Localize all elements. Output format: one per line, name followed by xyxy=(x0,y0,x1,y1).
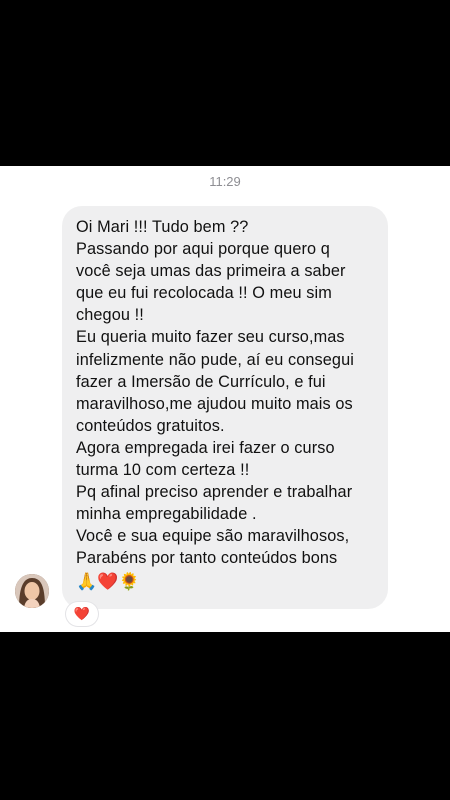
message-line: conteúdos gratuitos. xyxy=(76,416,225,435)
heart-reaction[interactable]: ❤️ xyxy=(66,602,98,626)
message-line: maravilhoso,me ajudou muito mais os xyxy=(76,394,353,413)
message-line: chegou !! xyxy=(76,306,144,325)
message-line: você seja umas das primeira a saber xyxy=(76,262,346,281)
top-black-area xyxy=(0,0,450,166)
message-line: Pq afinal preciso aprender e trabalhar xyxy=(76,483,353,502)
message-text: Oi Mari !!! Tudo bem ?? Passando por aqu… xyxy=(76,216,354,594)
message-line: Eu queria muito fazer seu curso,mas xyxy=(76,328,345,347)
chat-area: 11:29 Oi Mari !!! Tudo bem ?? Passando p… xyxy=(0,166,450,632)
message-bubble[interactable]: Oi Mari !!! Tudo bem ?? Passando por aqu… xyxy=(62,206,388,609)
message-line: que eu fui recolocada !! O meu sim xyxy=(76,284,332,303)
message-line: Parabéns por tanto conteúdos bons xyxy=(76,549,338,568)
message-line: Oi Mari !!! Tudo bem ?? xyxy=(76,218,249,236)
message-line: minha empregabilidade . xyxy=(76,505,257,524)
message-line: Você e sua equipe são maravilhosos, xyxy=(76,527,350,546)
message-line: Agora empregada irei fazer o curso xyxy=(76,438,335,457)
message-line: fazer a Imersão de Currículo, e fui xyxy=(76,372,326,391)
message-line: turma 10 com certeza !! xyxy=(76,461,250,480)
bottom-black-area xyxy=(0,632,450,800)
message-timestamp: 11:29 xyxy=(209,174,241,189)
message-line: Passando por aqui porque quero q xyxy=(76,240,330,259)
message-emojis: 🙏❤️🌻 xyxy=(76,571,140,591)
avatar-portrait-icon xyxy=(15,574,49,608)
sender-avatar[interactable] xyxy=(15,574,49,608)
message-line: infelizmente não pude, aí eu consegui xyxy=(76,350,354,369)
